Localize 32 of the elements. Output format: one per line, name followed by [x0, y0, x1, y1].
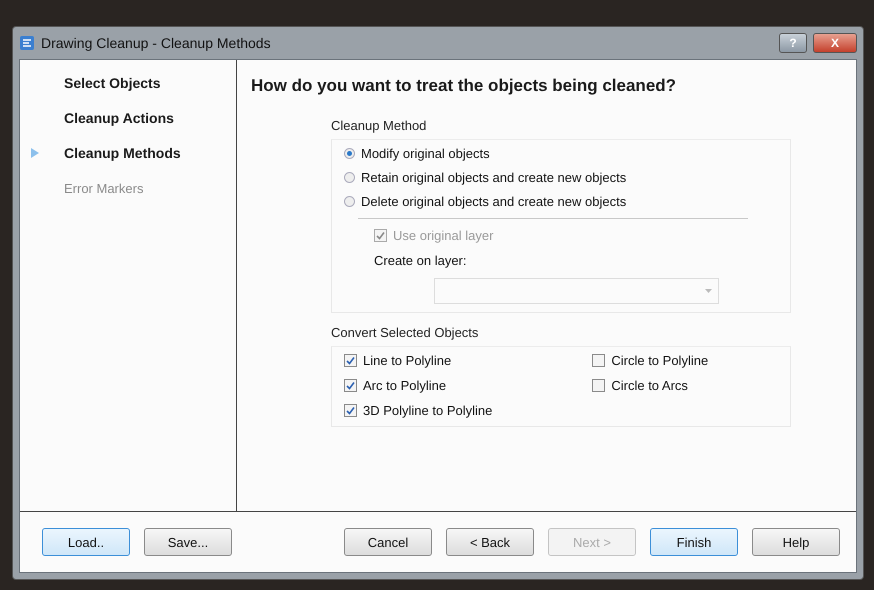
- checkbox[interactable]: [592, 379, 606, 392]
- option-label[interactable]: Modify original objects: [361, 146, 490, 161]
- radio-button[interactable]: [344, 196, 355, 207]
- checkbox[interactable]: [592, 354, 606, 367]
- dialog-button[interactable]: Help: [752, 528, 840, 556]
- caret-icon: [705, 289, 712, 293]
- wizard-step[interactable]: Cleanup Actions: [64, 110, 174, 126]
- dialog-button[interactable]: < Back: [446, 528, 534, 556]
- page-heading: How do you want to treat the objects being cleaned?: [251, 76, 678, 96]
- option-label[interactable]: Line to Polyline: [363, 353, 452, 368]
- app-icon: [19, 35, 35, 51]
- wizard-step[interactable]: Select Objects: [64, 75, 160, 91]
- wizard-step[interactable]: Cleanup Methods: [64, 145, 181, 161]
- radio-button[interactable]: [344, 172, 355, 183]
- option-label[interactable]: Delete original objects and create new objects: [361, 194, 626, 209]
- default-button[interactable]: Finish: [650, 528, 738, 556]
- group-title: Cleanup Method: [331, 118, 428, 133]
- default-button[interactable]: Load..: [42, 528, 130, 556]
- option-label[interactable]: 3D Polyline to Polyline: [363, 403, 492, 418]
- option-label[interactable]: Retain original objects and create new objects: [361, 170, 626, 185]
- dialog-button[interactable]: Save...: [144, 528, 232, 556]
- group-title: Convert Selected Objects: [331, 325, 480, 340]
- checkbox[interactable]: [344, 379, 357, 392]
- checkbox[interactable]: [344, 354, 357, 367]
- window-title: Drawing Cleanup - Cleanup Methods: [41, 35, 272, 51]
- field-label: Create on layer:: [374, 253, 466, 268]
- radio-button[interactable]: [344, 148, 355, 159]
- option-label[interactable]: Circle to Arcs: [611, 378, 688, 393]
- option-label[interactable]: Arc to Polyline: [363, 378, 446, 393]
- option-label[interactable]: Circle to Polyline: [611, 353, 708, 368]
- dialog-button[interactable]: Cancel: [344, 528, 432, 556]
- checkbox[interactable]: [344, 404, 357, 417]
